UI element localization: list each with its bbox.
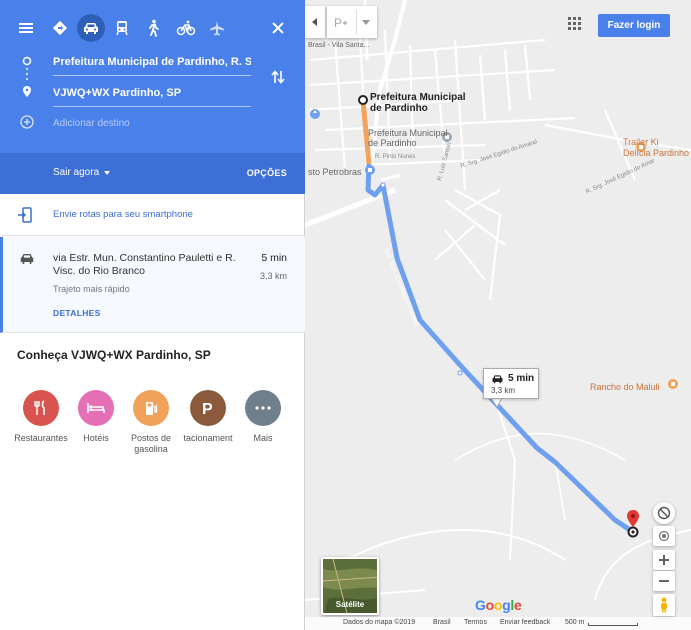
street-view-toggle-button[interactable] [653,502,675,524]
collapse-left-icon [312,18,317,26]
country-link[interactable]: Brasil [433,619,451,626]
pegman-icon [661,597,667,613]
satellite-toggle[interactable]: Satélite [321,557,379,615]
poi-petrobras-label[interactable]: sto Petrobras [308,167,362,177]
transit-mode-icon[interactable] [108,14,136,42]
add-destination-input[interactable]: Adicionar destino [53,118,130,129]
map-footer: Dados do mapa ©2019 Brasil Termos Enviar… [305,617,691,630]
apps-grid-icon[interactable] [567,16,583,32]
route-via-text: via Estr. Mun. Constantino Pauletti e R.… [53,252,236,277]
bubble-distance: 3,3 km [491,386,516,395]
route-time-bubble[interactable]: 5 min 3,3 km [483,368,539,399]
route-distance: 3,3 km [259,271,287,281]
directions-panel: Prefeitura Municipal de Pardinho, R. Srg… [0,0,305,630]
svg-text:P: P [334,16,342,29]
car-icon [492,375,503,384]
street-label: R. Pinto Nunes [375,154,416,160]
compass-icon [657,506,671,520]
flight-mode-icon[interactable] [203,14,231,42]
leave-now-dropdown[interactable]: Sair agora [53,167,99,178]
pegman-button[interactable] [653,594,675,616]
zoom-out-button[interactable] [653,571,675,591]
map-base [305,0,691,601]
destination-field[interactable]: VJWQ+WX Pardinho, SP [53,87,251,107]
minus-icon [659,580,669,582]
add-destination-icon[interactable] [20,115,34,129]
map-label-top: Brasil - Vila Santa... [308,42,370,49]
origin-field[interactable]: Prefeitura Municipal de Pardinho, R. Srg [53,56,251,76]
chevron-down-icon [362,20,370,25]
map-canvas[interactable]: Brasil - Vila Santa... Prefeitura Munici… [305,0,691,630]
category-more[interactable]: Mais [228,390,298,444]
car-icon [20,254,34,264]
route-subtitle: Trajeto mais rápido [53,284,130,294]
walking-mode-icon[interactable] [139,14,167,42]
best-route-icon[interactable] [46,14,74,42]
parking-icon: P [190,390,226,426]
category-label: Mais [253,433,273,443]
collapse-panel-button[interactable] [305,6,325,38]
satellite-label: Satélite [335,600,365,609]
more-icon [245,390,281,426]
send-to-phone-link[interactable]: Envie rotas para seu smartphone [53,209,193,220]
route-duration: 5 min [261,252,287,264]
login-button[interactable]: Fazer login [598,14,670,37]
parking-layer-icon: P [334,16,347,29]
poi-prefeitura-label[interactable]: Prefeitura Municipal de Pardinho [368,128,448,148]
cycling-mode-icon[interactable] [172,14,200,42]
fork-knife-icon [23,390,59,426]
send-to-phone-row[interactable]: Envie rotas para seu smartphone [0,194,305,236]
divider [356,10,357,34]
svg-text:P: P [202,401,213,416]
options-button[interactable]: OPÇÕES [247,168,287,178]
map-data-credit: Dados do mapa ©2019 [343,619,416,626]
poi-rancho-label[interactable]: Rancho do Maluli [590,382,660,393]
driving-mode-icon[interactable] [77,14,105,42]
send-to-phone-icon [18,207,32,223]
plus-icon [659,555,669,565]
chevron-down-icon[interactable] [104,171,110,175]
layers-button[interactable]: P [327,6,377,38]
leave-now-bar: Sair agora OPÇÕES [0,153,305,194]
zoom-in-button[interactable] [653,550,675,570]
bed-icon [78,390,114,426]
feedback-link[interactable]: Enviar feedback [500,619,550,626]
directions-header: Prefeitura Municipal de Pardinho, R. Srg… [0,0,305,153]
scale-label: 500 m [565,619,585,626]
swap-icon[interactable] [270,69,286,85]
bubble-time: 5 min [508,373,535,384]
my-location-icon [658,530,670,542]
details-link[interactable]: DETALHES [53,308,101,318]
google-maps-window: Prefeitura Municipal de Pardinho, R. Srg… [0,0,691,630]
my-location-button[interactable] [653,526,675,546]
menu-icon[interactable] [12,14,40,42]
google-logo: Google [475,597,522,613]
travel-mode-row [0,14,305,42]
close-icon[interactable] [264,14,292,42]
terms-link[interactable]: Termos [464,619,487,626]
gas-station-icon [133,390,169,426]
poi-trailer-label[interactable]: Trailer Ki Delícia Pardinho [623,137,689,159]
origin-place-label[interactable]: Prefeitura Municipal de Pardinho [370,92,466,114]
route-waypoint-icons [22,56,32,97]
route-option-card[interactable]: via Estr. Mun. Constantino Pauletti e R.… [0,237,305,333]
scale-bar [588,623,638,626]
explore-title: Conheça VJWQ+WX Pardinho, SP [17,348,211,362]
